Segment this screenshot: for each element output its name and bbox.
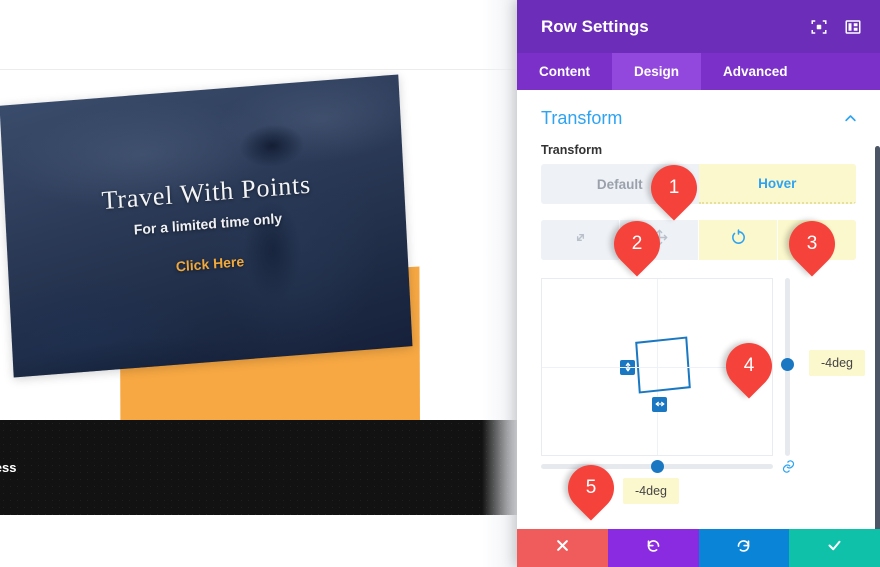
rotate-slider-vertical[interactable] (781, 278, 794, 456)
tab-advanced[interactable]: Advanced (701, 53, 810, 90)
screen: Travel With Points For a limited time on… (0, 0, 880, 567)
footer-credit-text: rdPress (0, 460, 17, 475)
rotate-icon (730, 229, 747, 251)
transform-type-move[interactable] (620, 220, 699, 260)
skew-icon (809, 229, 826, 251)
section-title: Transform (541, 108, 623, 128)
hero-section: Travel With Points For a limited time on… (0, 70, 520, 420)
hero-card[interactable]: Travel With Points For a limited time on… (0, 74, 413, 378)
website-preview: Travel With Points For a limited time on… (0, 0, 520, 567)
arrows-horizontal-icon (655, 396, 665, 414)
panel-layout-icon[interactable] (844, 18, 862, 36)
check-icon (827, 538, 842, 558)
transform-grid[interactable] (541, 278, 773, 456)
skew-slider-horizontal[interactable] (541, 460, 773, 473)
modal-action-bar (517, 529, 880, 567)
transform-canvas-area: -4deg -4deg (541, 278, 865, 504)
vertical-resize-handle[interactable] (620, 360, 635, 375)
rotate-value-chip: -4deg (809, 350, 865, 376)
save-button[interactable] (789, 529, 880, 567)
tab-design[interactable]: Design (612, 53, 702, 90)
preview-bottom-area (0, 515, 520, 567)
cancel-button[interactable] (517, 529, 608, 567)
hero-text-block: Travel With Points For a limited time on… (0, 74, 398, 275)
transform-type-skew[interactable] (778, 220, 856, 260)
transform-shape-preview[interactable] (635, 336, 691, 394)
transform-type-scale[interactable] (541, 220, 620, 260)
page-title: Row Settings (541, 16, 649, 36)
modal-header: Row Settings (517, 0, 880, 53)
undo-button[interactable] (607, 529, 699, 567)
scale-icon (572, 229, 589, 251)
move-icon (651, 229, 668, 251)
transform-field-label: Transform (541, 143, 603, 157)
redo-icon (736, 538, 751, 558)
preview-footer: rdPress (0, 420, 520, 515)
horizontal-resize-handle[interactable] (652, 397, 667, 412)
transform-type-rotate[interactable] (699, 220, 778, 260)
focus-frame-icon[interactable] (810, 18, 828, 36)
row-settings-modal: Row Settings Content Design Advanced Tra… (517, 0, 880, 567)
transform-type-row (541, 220, 856, 260)
state-default-button[interactable]: Default (541, 164, 699, 204)
tab-content[interactable]: Content (517, 53, 612, 90)
close-icon (555, 538, 570, 558)
redo-button[interactable] (698, 529, 790, 567)
design-panel-body: Transform Transform Default Hover -4deg … (517, 90, 880, 567)
arrows-vertical-icon (623, 359, 633, 377)
state-hover-button[interactable]: Hover (698, 164, 856, 204)
modal-header-icons (810, 18, 862, 36)
skew-value-chip: -4deg (623, 478, 679, 504)
transform-section-header[interactable]: Transform (517, 90, 880, 137)
skew-slider-thumb[interactable] (651, 460, 664, 473)
panel-scrollbar[interactable] (875, 146, 880, 567)
rotate-slider-thumb[interactable] (781, 358, 794, 371)
chevron-up-icon[interactable] (843, 111, 858, 126)
transform-state-toggle: Default Hover (541, 164, 856, 204)
link-icon[interactable] (781, 459, 796, 474)
modal-tabs: Content Design Advanced (517, 53, 880, 90)
undo-icon (646, 538, 661, 558)
preview-top-bar (0, 0, 520, 70)
